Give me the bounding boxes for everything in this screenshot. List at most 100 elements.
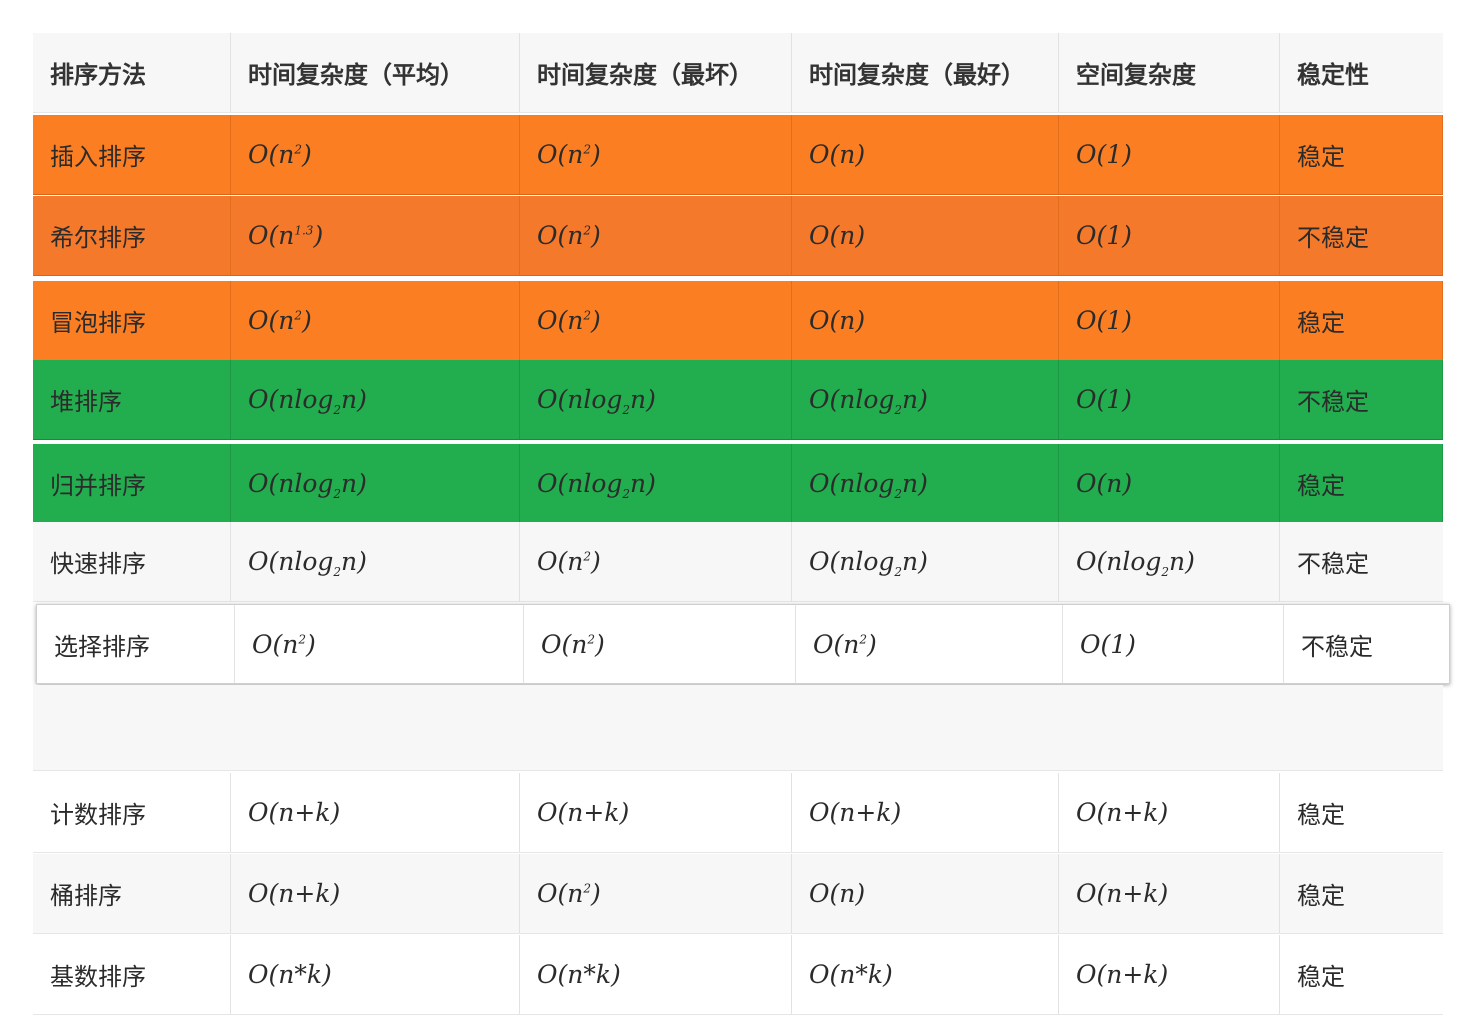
- time-best-formula: O(nlog2n): [809, 385, 928, 417]
- formula-subscript: 2: [333, 403, 342, 417]
- formula-exponent: 2: [583, 142, 591, 157]
- table-row: 桶排序 O(n+k) O(n2) O(n) O(n+k) 稳定: [33, 854, 1443, 934]
- formula-base: O(n+k): [1076, 960, 1169, 989]
- formula-tail: ): [595, 629, 605, 659]
- header-method: 排序方法: [33, 33, 231, 112]
- formula-exponent: 2: [583, 549, 591, 564]
- row-time-worst: O(nlog2n): [520, 444, 792, 523]
- formula-base: O(1): [1080, 629, 1136, 659]
- time-average-formula: O(nlog2n): [248, 385, 367, 417]
- header-space: 空间复杂度: [1059, 33, 1280, 112]
- formula-tail: ): [591, 221, 601, 250]
- row-time-average: O(n2): [235, 605, 524, 683]
- table-row: 归并排序 O(nlog2n) O(nlog2n) O(nlog2n) O(n) 稳定: [33, 444, 1443, 524]
- formula-base: O(n+k): [1076, 879, 1169, 908]
- formula-tail: ): [591, 547, 601, 576]
- formula-exponent: 2: [583, 308, 591, 323]
- time-best-formula: O(n2): [813, 630, 877, 659]
- formula-base: O(nlog: [248, 547, 334, 576]
- time-worst-formula: O(n+k): [537, 798, 629, 827]
- time-best-formula: O(n*k): [809, 960, 893, 989]
- formula-tail: n): [902, 385, 928, 414]
- row-stability: 稳定: [1297, 963, 1345, 991]
- row-stability: 稳定: [1297, 801, 1345, 829]
- formula-base: O(nlog: [248, 385, 334, 414]
- header-stability: 稳定性: [1297, 61, 1369, 89]
- row-stability: 不稳定: [1280, 360, 1443, 439]
- space-formula: O(1): [1076, 221, 1132, 250]
- row-space: O(1): [1063, 605, 1284, 683]
- row-time-best: O(n): [792, 281, 1059, 360]
- row-method-name: 桶排序: [33, 854, 231, 933]
- time-best-formula: O(nlog2n): [809, 469, 928, 500]
- formula-subscript: 2: [894, 403, 903, 417]
- row-time-worst: O(n2): [520, 522, 792, 601]
- formula-base: O(nlog: [809, 469, 895, 498]
- time-average-formula: O(nlog2n): [248, 547, 367, 579]
- row-time-best: O(nlog2n): [792, 522, 1059, 601]
- row-stability: 稳定: [1280, 444, 1443, 523]
- row-time-average: O(nlog2n): [231, 444, 520, 523]
- row-time-worst: O(n2): [520, 196, 792, 275]
- formula-base: O(n: [541, 629, 588, 659]
- time-worst-formula: O(n2): [537, 140, 601, 169]
- row-time-best: O(n): [792, 196, 1059, 275]
- formula-base: O(n*k): [248, 960, 332, 989]
- row-time-average: O(nlog2n): [231, 360, 520, 439]
- formula-base: O(n: [248, 140, 295, 169]
- row-time-worst: O(n+k): [520, 773, 792, 852]
- table-row: 基数排序 O(n*k) O(n*k) O(n*k) O(n+k) 稳定: [33, 935, 1443, 1015]
- formula-tail: n): [341, 547, 367, 576]
- space-formula: O(n+k): [1076, 960, 1168, 989]
- table-header-row: 排序方法 时间复杂度（平均） 时间复杂度（最坏） 时间复杂度（最好） 空间复杂度…: [33, 33, 1443, 113]
- formula-subscript: 2: [333, 565, 342, 579]
- row-time-best: O(n): [792, 854, 1059, 933]
- time-average-formula: O(n2): [248, 306, 312, 335]
- row-space: O(1): [1059, 115, 1280, 194]
- time-worst-formula: O(n*k): [537, 960, 621, 989]
- time-worst-formula: O(n2): [537, 221, 601, 250]
- row-stability: 不稳定: [1301, 632, 1373, 661]
- formula-exponent: 2: [583, 223, 591, 238]
- time-worst-formula: O(nlog2n): [537, 385, 656, 416]
- space-formula: O(n+k): [1076, 798, 1168, 827]
- row-space: O(n+k): [1059, 854, 1280, 933]
- row-time-average: O(n2): [231, 115, 520, 194]
- time-worst-formula: O(n2): [541, 630, 605, 659]
- table-row: 堆排序 O(nlog2n) O(nlog2n) O(nlog2n) O(1) 不稳定: [33, 360, 1443, 440]
- time-worst-formula: O(nlog2n): [537, 469, 656, 500]
- space-formula: O(n+k): [1076, 879, 1168, 908]
- time-average-formula: O(n+k): [248, 879, 340, 908]
- row-time-worst: O(n*k): [520, 935, 792, 1014]
- formula-base: O(n: [248, 306, 295, 335]
- row-time-best: O(n+k): [792, 773, 1059, 852]
- row-time-average: O(n2): [231, 281, 520, 360]
- formula-tail: ): [591, 306, 601, 335]
- formula-base: O(n: [252, 629, 299, 659]
- row-time-worst: O(n2): [520, 115, 792, 194]
- time-worst-formula: O(n2): [537, 879, 601, 908]
- formula-base: O(nlog: [537, 469, 623, 498]
- header-time-best: 时间复杂度（最好）: [792, 33, 1059, 112]
- formula-base: O(nlog: [809, 547, 895, 576]
- formula-base: O(n+k): [248, 879, 341, 908]
- formula-subscript: 2: [333, 487, 342, 501]
- row-time-best: O(n*k): [792, 935, 1059, 1014]
- formula-base: O(n: [537, 306, 584, 335]
- time-average-formula: O(n2): [252, 630, 316, 659]
- time-best-formula: O(n): [809, 140, 865, 169]
- row-stability: 不稳定: [1297, 550, 1369, 578]
- formula-exponent: 2: [587, 632, 595, 647]
- table-row: 快速排序 O(nlog2n) O(n2) O(nlog2n) O(nlog2n) 不稳定: [33, 522, 1443, 602]
- row-time-average: O(n+k): [231, 854, 520, 933]
- time-average-formula: O(n*k): [248, 960, 332, 989]
- space-formula: O(1): [1076, 140, 1132, 169]
- row-method-name: 基数排序: [33, 935, 231, 1014]
- space-formula: O(nlog2n): [1076, 547, 1195, 578]
- time-average-formula: O(n+k): [248, 798, 340, 827]
- row-time-worst: O(nlog2n): [520, 360, 792, 439]
- row-method-name: 快速排序: [33, 522, 231, 601]
- formula-exponent: 2: [859, 632, 867, 647]
- row-space: O(1): [1059, 360, 1280, 439]
- header-time-worst: 时间复杂度（最坏）: [520, 33, 792, 112]
